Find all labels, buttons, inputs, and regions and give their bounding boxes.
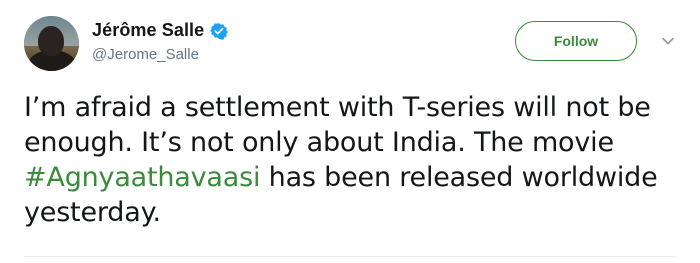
verified-badge-icon	[210, 22, 229, 40]
follow-button[interactable]: Follow	[515, 21, 637, 61]
author-display-name[interactable]: Jérôme Salle	[92, 20, 204, 41]
divider	[24, 256, 676, 257]
tweet-text-part1: I’m afraid a settlement with T-series wi…	[24, 92, 651, 158]
avatar[interactable]	[24, 16, 79, 71]
hashtag-link[interactable]: #Agnyaathavaasi	[24, 162, 260, 193]
avatar-head	[38, 26, 64, 56]
author-handle[interactable]: @Jerome_Salle	[92, 46, 199, 63]
author-name-row[interactable]: Jérôme Salle	[92, 20, 229, 41]
tweet-card: Jérôme Salle @Jerome_Salle Follow I’m af…	[0, 0, 700, 263]
chevron-down-icon[interactable]	[661, 34, 675, 48]
tweet-text: I’m afraid a settlement with T-series wi…	[24, 90, 664, 230]
